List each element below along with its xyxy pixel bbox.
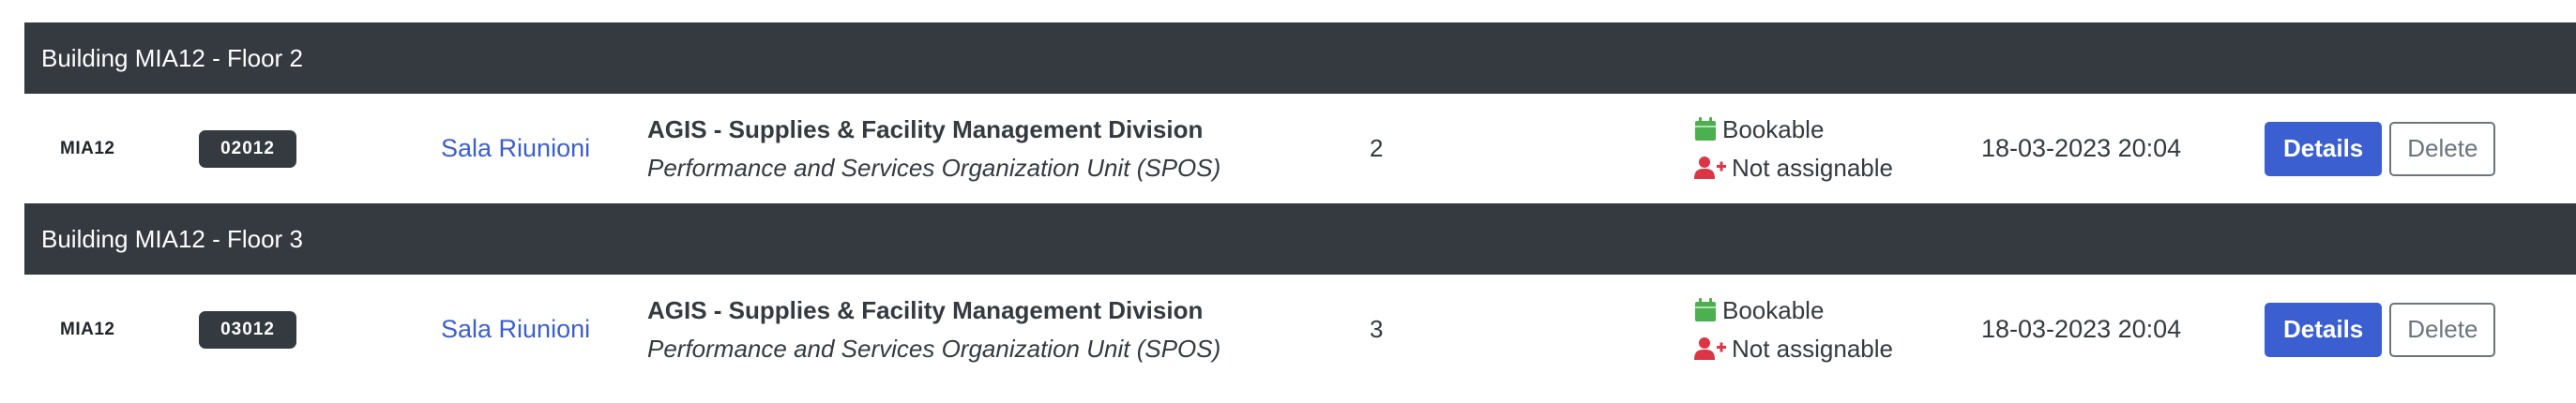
updated-timestamp: 18-03-2023 20:04: [1981, 315, 2182, 343]
organization-title: AGIS - Supplies & Facility Management Di…: [647, 295, 1204, 324]
status-bookable: Bookable: [1694, 296, 1824, 325]
floor-group-header: Building MIA12 - Floor 2: [24, 22, 2576, 94]
organization-cell: AGIS - Supplies & Facility Management Di…: [647, 275, 1220, 384]
status-bookable-label: Bookable: [1722, 114, 1825, 143]
room-code-badge: 02012: [199, 94, 296, 203]
status-bookable: Bookable: [1694, 115, 1824, 144]
room-code-badge: 03012: [199, 275, 296, 384]
details-button[interactable]: Details: [2265, 121, 2383, 176]
capacity-value: 3: [1370, 315, 1384, 343]
user-plus-icon: [1694, 337, 1726, 360]
organization-unit: Performance and Services Organization Un…: [647, 334, 1221, 363]
room-name-link[interactable]: Sala Riunioni: [441, 94, 590, 203]
row-actions: Details Delete: [2265, 275, 2496, 384]
status-not-assignable-label: Not assignable: [1732, 334, 1893, 363]
organization-title: AGIS - Supplies & Facility Management Di…: [647, 114, 1204, 143]
status-not-assignable-label: Not assignable: [1732, 153, 1893, 182]
details-button[interactable]: Details: [2265, 302, 2383, 357]
organization-cell: AGIS - Supplies & Facility Management Di…: [647, 94, 1220, 203]
status-bookable-label: Bookable: [1722, 295, 1825, 324]
calendar-icon: [1695, 117, 1716, 141]
floor-group-title: Building MIA12 - Floor 3: [41, 224, 303, 253]
status-cell: Bookable Not assignable: [1694, 275, 1893, 384]
building-code: MIA12: [60, 138, 115, 158]
delete-button[interactable]: Delete: [2389, 302, 2496, 357]
table-row: MIA12 02012 Sala Riunioni AGIS - Supplie…: [24, 94, 2576, 203]
room-code-label: 03012: [199, 310, 296, 349]
delete-button[interactable]: Delete: [2389, 121, 2496, 176]
row-actions: Details Delete: [2265, 94, 2496, 203]
room-code-label: 02012: [199, 129, 296, 168]
calendar-icon: [1695, 298, 1716, 321]
status-not-assignable: Not assignable: [1694, 154, 1893, 183]
capacity-value: 2: [1370, 134, 1384, 162]
status-not-assignable: Not assignable: [1694, 335, 1893, 364]
floor-group-header: Building MIA12 - Floor 3: [24, 203, 2576, 275]
building-code: MIA12: [60, 319, 115, 339]
room-name-link[interactable]: Sala Riunioni: [441, 275, 590, 384]
updated-timestamp: 18-03-2023 20:04: [1981, 134, 2182, 162]
user-plus-icon: [1694, 157, 1726, 179]
floor-group-title: Building MIA12 - Floor 2: [41, 43, 303, 72]
status-cell: Bookable Not assignable: [1694, 94, 1893, 203]
organization-unit: Performance and Services Organization Un…: [647, 153, 1221, 182]
table-row: MIA12 03012 Sala Riunioni AGIS - Supplie…: [24, 275, 2576, 384]
rooms-table: Building MIA12 - Floor 2 MIA12 02012 Sal…: [24, 22, 2576, 384]
